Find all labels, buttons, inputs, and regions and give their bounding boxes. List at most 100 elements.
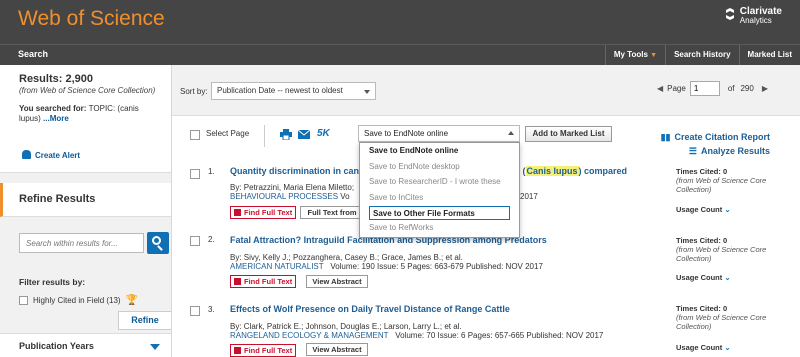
add-to-marked-list-button[interactable]: Add to Marked List: [525, 126, 612, 142]
nav-my-tools[interactable]: My Tools ▼: [604, 45, 665, 65]
menu-item-endnote-online[interactable]: Save to EndNote online: [360, 143, 519, 159]
chevron-down-icon[interactable]: [150, 344, 160, 350]
full-text-from-button[interactable]: Full Text from: [300, 206, 364, 219]
search-within-field[interactable]: [19, 233, 144, 253]
clarivate-mark-icon: [725, 8, 734, 20]
find-full-text-button[interactable]: Find Full Text: [230, 275, 296, 288]
find-full-text-label: Find Full Text: [244, 277, 293, 286]
select-page-checkbox[interactable]: [190, 130, 200, 140]
find-full-text-button[interactable]: Find Full Text: [230, 344, 296, 357]
usage-count-label: Usage Count: [676, 273, 723, 282]
record-checkbox[interactable]: [190, 169, 200, 179]
menu-item-researcherid[interactable]: Save to ResearcherID - I wrote these: [360, 174, 519, 190]
usage-count[interactable]: Usage Count ⌄: [676, 343, 731, 352]
trophy-icon: 🏆: [125, 295, 139, 306]
find-full-text-label: Find Full Text: [244, 208, 293, 217]
sidebar: Results: 2,900 (from Web of Science Core…: [0, 65, 172, 357]
search-within-input[interactable]: [20, 234, 143, 252]
menu-item-refworks[interactable]: Save to RefWorks: [360, 220, 519, 236]
total-pages: 290: [740, 84, 754, 93]
record-authors: By: Sivy, Kelly J.; Pozzanghera, Casey B…: [230, 253, 463, 262]
clarivate-logo[interactable]: Clarivate Analytics: [725, 7, 782, 25]
menu-item-incites[interactable]: Save to InCites: [360, 190, 519, 206]
refine-results-header: Refine Results: [0, 183, 171, 217]
usage-count[interactable]: Usage Count ⌄: [676, 205, 731, 214]
brand-logo[interactable]: Web of Science: [18, 7, 165, 31]
record-source: RANGELAND ECOLOGY & MANAGEMENT Volume: 7…: [230, 331, 603, 340]
search-within-button[interactable]: [147, 232, 169, 254]
record-number: 2.: [208, 235, 215, 244]
create-citation-report-link[interactable]: ▮▮ Create Citation Report: [661, 132, 770, 143]
refine-results-title: Refine Results: [19, 193, 96, 205]
highly-cited-label: Highly Cited in Field (13): [33, 296, 121, 305]
app-header: Web of Science Clarivate Analytics: [0, 0, 800, 44]
usage-count[interactable]: Usage Count ⌄: [676, 273, 731, 282]
save-to-value: Save to EndNote online: [364, 129, 449, 138]
sort-label: Sort by:: [180, 87, 208, 96]
create-alert-link[interactable]: Create Alert: [22, 150, 80, 160]
refine-button[interactable]: Refine: [118, 311, 171, 330]
print-icon[interactable]: [280, 129, 292, 140]
toolbar-divider: [264, 125, 265, 147]
record-journal[interactable]: AMERICAN NATURALIST: [230, 262, 324, 271]
menu-item-endnote-desktop[interactable]: Save to EndNote desktop: [360, 159, 519, 175]
page-input[interactable]: [689, 81, 720, 96]
nav-marked-list[interactable]: Marked List: [738, 45, 800, 65]
list-icon: ☰: [688, 146, 697, 156]
record-title[interactable]: Effects of Wolf Presence on Daily Travel…: [230, 304, 510, 314]
list-item: 3. Effects of Wolf Presence on Daily Tra…: [172, 298, 800, 357]
record-title-tail: ) compared: [578, 166, 628, 176]
create-alert-label: Create Alert: [35, 151, 81, 160]
record-source: AMERICAN NATURALIST Volume: 190 Issue: 5…: [230, 262, 543, 271]
menu-item-other-file-formats[interactable]: Save to Other File Formats: [369, 206, 510, 220]
chevron-down-icon: [364, 90, 370, 94]
nav-search-history[interactable]: Search History: [665, 45, 738, 65]
full-text-icon: [234, 278, 241, 285]
next-page-icon[interactable]: ▶: [762, 84, 768, 93]
of-label: of: [727, 84, 735, 93]
record-number: 1.: [208, 167, 215, 176]
sort-bar: Sort by: Publication Date -- newest to o…: [172, 65, 800, 116]
sort-select-value: Publication Date -- newest to oldest: [217, 86, 343, 95]
full-text-icon: [234, 209, 241, 216]
five-k-export[interactable]: 5K: [317, 128, 330, 139]
times-cited[interactable]: Times Cited: 0: [676, 304, 727, 313]
publication-years-section[interactable]: Publication Years: [0, 333, 171, 357]
save-to-select[interactable]: Save to EndNote online: [358, 125, 520, 142]
record-journal[interactable]: BEHAVIOURAL PROCESSES: [230, 192, 338, 201]
more-link[interactable]: ...More: [41, 114, 69, 123]
results-source: (from Web of Science Core Collection): [19, 86, 156, 95]
highly-cited-checkbox[interactable]: [19, 296, 28, 305]
record-checkbox[interactable]: [190, 306, 200, 316]
usage-count-label: Usage Count: [676, 205, 723, 214]
record-meta-end: 2017: [520, 192, 538, 201]
chevron-down-icon: ⌄: [724, 205, 731, 214]
view-abstract-button[interactable]: View Abstract: [306, 343, 368, 356]
times-cited-source: (from Web of Science Core Collection): [676, 313, 767, 331]
chevron-down-icon: ▼: [650, 52, 658, 59]
record-authors: By: Clark, Patrick E.; Johnson, Douglas …: [230, 322, 462, 331]
record-journal[interactable]: RANGELAND ECOLOGY & MANAGEMENT: [230, 331, 389, 340]
record-meta: Vo: [340, 192, 350, 201]
search-query-prefix: You searched for:: [19, 104, 89, 113]
view-abstract-button[interactable]: View Abstract: [306, 275, 368, 288]
nav-right: My Tools ▼ Search History Marked List: [604, 45, 800, 65]
sort-select[interactable]: Publication Date -- newest to oldest: [211, 82, 376, 100]
email-icon[interactable]: [298, 130, 310, 139]
record-title-start[interactable]: Quantity discrimination in can: [230, 166, 359, 176]
find-full-text-button[interactable]: Find Full Text: [230, 206, 296, 219]
bell-icon: [22, 150, 31, 159]
chevron-down-icon: ⌄: [724, 273, 731, 282]
save-to-dropdown-menu: Save to EndNote online Save to EndNote d…: [359, 142, 520, 238]
highlighted-term: Canis lupus: [525, 166, 579, 176]
nav-search[interactable]: Search: [18, 49, 48, 59]
list-item: 2. Fatal Attraction? Intraguild Facilita…: [172, 228, 800, 298]
previous-page-icon[interactable]: ◀: [657, 84, 663, 93]
chevron-up-icon: [508, 131, 514, 135]
times-cited[interactable]: Times Cited: 0: [676, 236, 727, 245]
record-checkbox[interactable]: [190, 236, 200, 246]
highly-cited-filter[interactable]: Highly Cited in Field (13) 🏆: [19, 295, 138, 306]
record-title-end[interactable]: s (Canis lupus) compared: [515, 166, 627, 176]
find-full-text-label: Find Full Text: [244, 346, 293, 355]
times-cited[interactable]: Times Cited: 0: [676, 167, 727, 176]
